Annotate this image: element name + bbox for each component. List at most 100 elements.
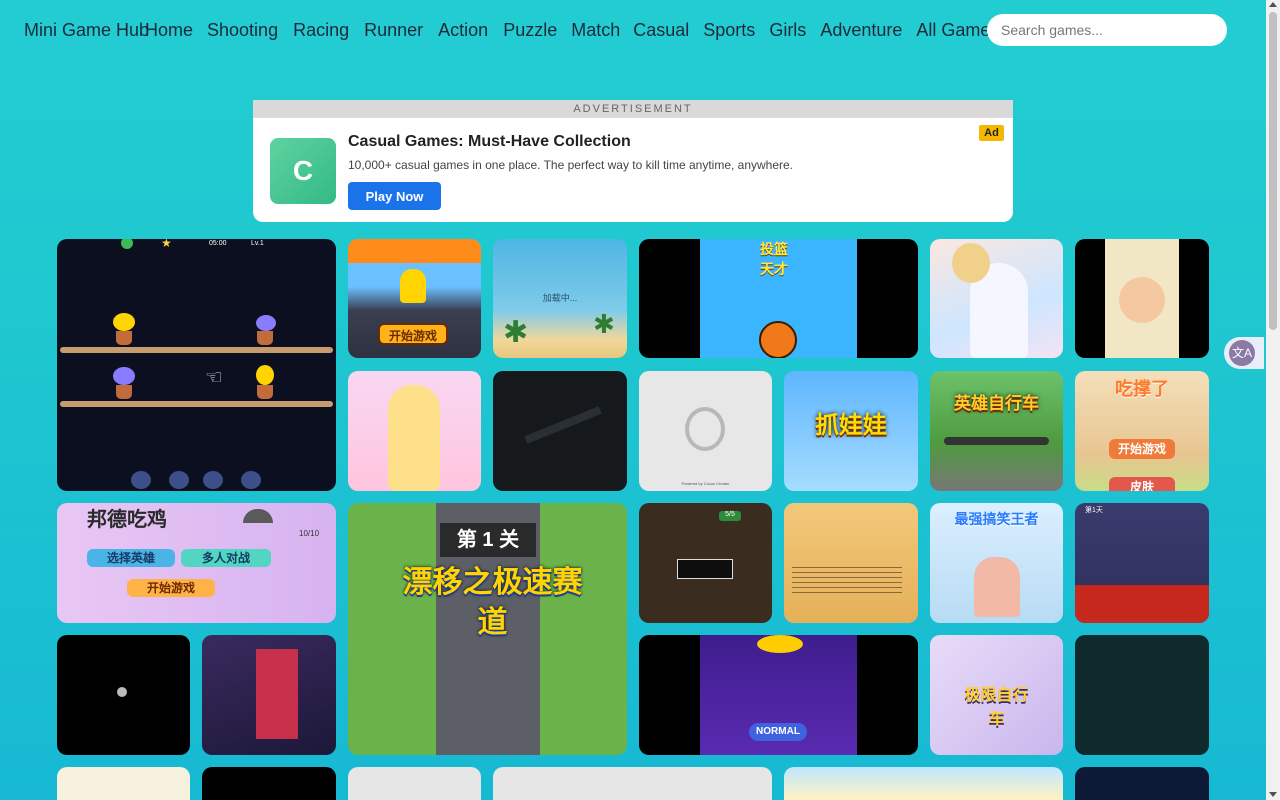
flower-level: Lv.1	[251, 240, 264, 247]
game-tile-partial[interactable]	[1075, 767, 1209, 800]
game-tile-wedding-dress[interactable]	[930, 239, 1063, 358]
ad-badge: Ad	[979, 125, 1004, 141]
game-tile-grab-doll[interactable]: 抓娃娃	[784, 371, 918, 491]
ad-description: 10,000+ casual games in one place. The p…	[348, 158, 794, 172]
score-badge: 10/10	[299, 529, 320, 538]
grab-title: 抓娃娃	[815, 412, 887, 439]
nav-runner[interactable]: Runner	[364, 20, 423, 41]
game-tile-limit-bike[interactable]: 极限自行车	[930, 635, 1063, 755]
level-badge: 第 1 关	[440, 523, 536, 557]
game-tile-drift-race[interactable]: 第 1 关 漂移之极速赛道	[348, 503, 627, 755]
gun-silhouette	[524, 406, 602, 444]
princess-figure	[388, 385, 440, 491]
ad-title: Casual Games: Must-Have Collection	[348, 133, 631, 150]
game-tile-shooter-shadow[interactable]	[493, 371, 627, 491]
star-icon: ★	[161, 239, 172, 250]
cocos-logo-icon	[685, 407, 725, 451]
lock-icon	[203, 471, 223, 489]
game-tile-angry-kid[interactable]	[1075, 239, 1209, 358]
dialog-box	[677, 559, 733, 579]
lock-icon	[241, 471, 261, 489]
shelf-top	[60, 347, 333, 353]
game-tile-funny-king[interactable]: 最强搞笑王者	[930, 503, 1063, 623]
game-tile-flower-shelf[interactable]: ★ 05:00 Lv.1 ☜	[57, 239, 336, 491]
nav-girls[interactable]: Girls	[769, 20, 806, 41]
stomach-title: 吃撑了	[1115, 379, 1169, 399]
cocos-credit: Powered by Cocos Creator	[681, 481, 730, 486]
game-tile-among-runner[interactable]: 开始游戏	[348, 239, 481, 358]
start-game-button[interactable]: 开始游戏	[378, 323, 448, 345]
palm-tree-icon: ✱	[503, 316, 529, 349]
score-badge-green: 5/5	[719, 511, 741, 521]
nav-sports[interactable]: Sports	[703, 20, 755, 41]
site-header: Mini Game Hub Home Shooting Racing Runne…	[0, 0, 1266, 62]
game-tile-city-sim[interactable]: 第1天	[1075, 503, 1209, 623]
ad-play-now-button[interactable]: Play Now	[348, 182, 441, 210]
office-figure	[974, 557, 1020, 617]
game-tile-partial[interactable]	[784, 767, 1063, 800]
game-tile-dark-teal[interactable]	[1075, 635, 1209, 755]
scroll-up-arrow-icon[interactable]	[1269, 2, 1277, 7]
ad-banner[interactable]: C Casual Games: Must-Have Collection 10,…	[253, 118, 1013, 222]
hand-pointer-icon: ☜	[205, 367, 223, 389]
game-tile-wood-text[interactable]	[784, 503, 918, 623]
flower-pot	[113, 365, 135, 401]
choose-hero-button[interactable]: 选择英雄	[87, 549, 175, 567]
lock-icon	[131, 471, 151, 489]
game-tile-cube-space[interactable]	[202, 635, 336, 755]
lamp-icon	[243, 509, 273, 523]
hero-bike-title: 英雄自行车	[954, 394, 1039, 413]
flower-pot	[254, 313, 276, 347]
site-logo[interactable]: Mini Game Hub	[24, 20, 149, 41]
flower-pot	[113, 311, 135, 347]
main-nav: Home Shooting Racing Runner Action Puzzl…	[145, 20, 999, 41]
cube-stack	[256, 649, 298, 739]
game-tile-basketball[interactable]: 投篮 天才	[639, 239, 918, 358]
start-game-button[interactable]: 开始游戏	[127, 579, 215, 597]
flower-hud: ★ 05:00 Lv.1	[121, 239, 321, 250]
nav-home[interactable]: Home	[145, 20, 193, 41]
search-input[interactable]	[987, 14, 1227, 46]
game-tile-beach-loading[interactable]: 加载中... ✱ ✱	[493, 239, 627, 358]
game-tile-stomach[interactable]: 吃撑了 开始游戏 皮肤	[1075, 371, 1209, 491]
orb-icon	[117, 687, 127, 697]
multiplayer-button[interactable]: 多人对战	[181, 549, 271, 567]
scroll-thumb[interactable]	[1269, 12, 1277, 330]
nav-match[interactable]: Match	[571, 20, 620, 41]
loading-text: 加载中...	[542, 293, 578, 303]
nav-casual[interactable]: Casual	[633, 20, 689, 41]
nav-adventure[interactable]: Adventure	[820, 20, 902, 41]
groom-figure	[952, 243, 990, 283]
game-tile-partial[interactable]	[348, 767, 481, 800]
game-tile-partial[interactable]	[57, 767, 190, 800]
game-tile-dark-puzzle[interactable]: 5/5	[639, 503, 772, 623]
page-scrollbar[interactable]	[1266, 0, 1280, 800]
nav-action[interactable]: Action	[438, 20, 488, 41]
nav-shooting[interactable]: Shooting	[207, 20, 278, 41]
game-tile-dark-orb[interactable]	[57, 635, 190, 755]
nav-puzzle[interactable]: Puzzle	[503, 20, 557, 41]
translate-widget[interactable]: 文A	[1224, 337, 1264, 369]
funny-king-title: 最强搞笑王者	[954, 511, 1039, 527]
advertisement-label: ADVERTISEMENT	[253, 100, 1013, 118]
basketball-title: 投篮 天才	[760, 241, 788, 277]
game-tile-balloons[interactable]: NORMAL	[639, 635, 918, 755]
popup-box	[1075, 585, 1209, 623]
flower-pot	[254, 363, 276, 401]
scroll-down-arrow-icon[interactable]	[1269, 792, 1277, 797]
kid-face	[1119, 277, 1165, 323]
normal-button[interactable]: NORMAL	[749, 723, 807, 741]
runner-character	[400, 269, 426, 303]
game-tile-bond-chicken[interactable]: 邦德吃鸡 选择英雄 多人对战 开始游戏 10/10	[57, 503, 336, 623]
palm-tree-icon: ✱	[593, 309, 615, 339]
lock-icon	[169, 471, 189, 489]
start-game-button[interactable]: 开始游戏	[1109, 439, 1175, 459]
game-tile-hero-bike[interactable]: 英雄自行车	[930, 371, 1063, 491]
game-tile-cocos-loading[interactable]: Powered by Cocos Creator	[639, 371, 772, 491]
handlebar	[944, 437, 1049, 445]
game-tile-partial[interactable]	[202, 767, 336, 800]
game-tile-princess[interactable]	[348, 371, 481, 491]
skin-button[interactable]: 皮肤	[1109, 477, 1175, 491]
nav-racing[interactable]: Racing	[293, 20, 349, 41]
game-tile-partial[interactable]	[493, 767, 772, 800]
